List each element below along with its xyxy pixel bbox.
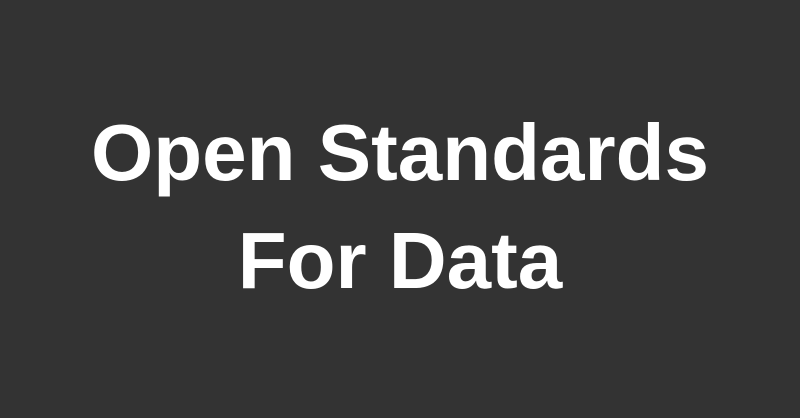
title-banner: Open Standards For Data [0,0,800,418]
banner-title-line-1: Open Standards [91,108,709,197]
banner-title-line-2: For Data [237,216,563,305]
